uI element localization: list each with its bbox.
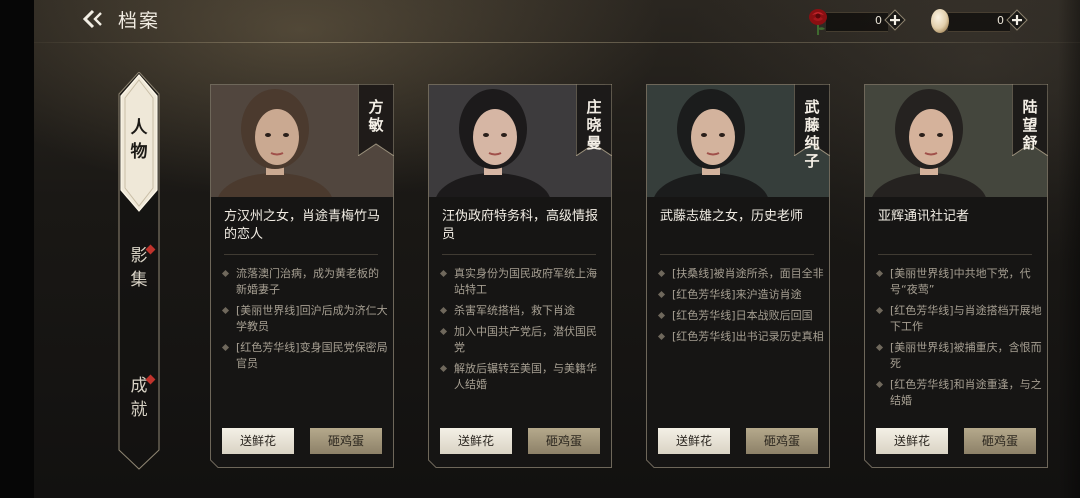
- character-detail-item: 真实身份为国民政府军统上海站特工: [439, 266, 606, 298]
- throw-egg-button[interactable]: 砸鸡蛋: [528, 428, 600, 454]
- bullet-diamond-icon: [439, 306, 448, 315]
- bullet-diamond-icon: [221, 343, 230, 352]
- character-detail-text: 解放后辗转至美国，与美籍华人结婚: [454, 362, 597, 391]
- character-detail-text: [红色芳华线]出书记录历史真相: [672, 330, 824, 343]
- card-divider: [442, 254, 596, 255]
- character-detail-text: [美丽世界线]被捕重庆，含恨而死: [890, 341, 1042, 370]
- header-divider: [34, 42, 1080, 43]
- character-detail-item: [红色芳华线]来沪造访肖途: [657, 287, 824, 303]
- add-flower-button[interactable]: [884, 9, 906, 31]
- tab-album-label: 影集: [130, 246, 148, 290]
- send-flower-button[interactable]: 送鲜花: [222, 428, 294, 454]
- card-divider: [660, 254, 814, 255]
- page-title: 档案: [118, 10, 161, 32]
- character-summary: 武藤志雄之女，历史老师: [660, 209, 804, 224]
- bullet-diamond-icon: [439, 269, 448, 278]
- character-detail-text: 加入中国共产党后，潜伏国民党: [454, 325, 597, 354]
- character-detail-item: 加入中国共产党后，潜伏国民党: [439, 324, 606, 356]
- character-detail-list: [美丽世界线]中共地下党，代号“夜莺” [红色芳华线]与肖途搭档开展地下工作 [美丽…: [875, 266, 1042, 414]
- bullet-diamond-icon: [657, 290, 666, 299]
- character-name-tag: 方敏: [358, 84, 394, 156]
- character-summary: 汪伪政府特务科，高级情报员: [442, 209, 599, 242]
- character-detail-text: [红色芳华线]日本战败后回国: [672, 309, 813, 322]
- character-name: 方敏: [368, 98, 384, 134]
- character-detail-item: [扶桑线]被肖途所杀，面目全非: [657, 266, 824, 282]
- character-detail-text: [红色芳华线]来沪造访肖途: [672, 288, 802, 301]
- flower-count: 0: [875, 14, 882, 27]
- character-detail-text: [美丽世界线]中共地下党，代号“夜莺”: [890, 267, 1031, 296]
- tab-achievements[interactable]: 成就: [118, 374, 160, 422]
- throw-egg-button[interactable]: 砸鸡蛋: [310, 428, 382, 454]
- send-flower-button[interactable]: 送鲜花: [440, 428, 512, 454]
- character-detail-item: [红色芳华线]出书记录历史真相: [657, 329, 824, 345]
- character-detail-text: [红色芳华线]和肖途重逢，与之结婚: [890, 378, 1042, 407]
- bullet-diamond-icon: [657, 269, 666, 278]
- character-detail-text: [美丽世界线]回沪后成为济仁大学教员: [236, 304, 388, 333]
- character-detail-item: 解放后辗转至美国，与美籍华人结婚: [439, 361, 606, 393]
- character-name: 陆望舒: [1022, 98, 1038, 152]
- character-detail-list: 真实身份为国民政府军统上海站特工杀害军统搭档，救下肖途加入中国共产党后，潜伏国民…: [439, 266, 606, 398]
- character-detail-item: [红色芳华线]与肖途搭档开展地下工作: [875, 303, 1042, 335]
- throw-egg-button[interactable]: 砸鸡蛋: [746, 428, 818, 454]
- side-tab-bar: 人物 影集 成就: [118, 72, 160, 470]
- back-arrow-icon[interactable]: [82, 8, 108, 30]
- character-summary: 亚辉通讯社记者: [878, 209, 970, 224]
- character-name-tag: 庄晓曼: [576, 84, 612, 156]
- character-card: 庄晓曼 汪伪政府特务科，高级情报员 真实身份为国民政府军统上海站特工杀害军统搭档…: [428, 84, 612, 468]
- character-detail-item: [美丽世界线]回沪后成为济仁大学教员: [221, 303, 388, 335]
- archive-screen: 档案 0 0 人物 影集 成就 方敏 方汉州之女，肖途青梅竹马的恋人 流落澳门治…: [0, 0, 1080, 498]
- tab-characters[interactable]: 人物: [118, 116, 160, 164]
- character-detail-text: 真实身份为国民政府军统上海站特工: [454, 267, 597, 296]
- egg-icon: [926, 6, 954, 34]
- character-detail-item: [美丽世界线]中共地下党，代号“夜莺”: [875, 266, 1042, 298]
- tab-achievements-label: 成就: [130, 376, 148, 420]
- bullet-diamond-icon: [875, 343, 884, 352]
- character-detail-list: 流落澳门治病，成为黄老板的新婚妻子 [美丽世界线]回沪后成为济仁大学教员 [红色芳华…: [221, 266, 388, 377]
- bullet-diamond-icon: [657, 311, 666, 320]
- character-name-tag: 陆望舒: [1012, 84, 1048, 156]
- rose-icon: [804, 6, 832, 35]
- character-detail-item: [美丽世界线]被捕重庆，含恨而死: [875, 340, 1042, 372]
- character-detail-item: [红色芳华线]日本战败后回国: [657, 308, 824, 324]
- character-card: 陆望舒 亚辉通讯社记者 [美丽世界线]中共地下党，代号“夜莺” [红色芳华线]与肖…: [864, 84, 1048, 468]
- character-name: 庄晓曼: [586, 98, 602, 152]
- character-detail-item: [红色芳华线]和肖途重逢，与之结婚: [875, 377, 1042, 409]
- right-edge: [1058, 0, 1080, 498]
- bullet-diamond-icon: [439, 364, 448, 373]
- tab-album[interactable]: 影集: [118, 244, 160, 292]
- character-detail-list: [扶桑线]被肖途所杀，面目全非 [红色芳华线]来沪造访肖途 [红色芳华线]日本战败后…: [657, 266, 824, 350]
- character-summary: 方汉州之女，肖途青梅竹马的恋人: [224, 209, 381, 242]
- card-divider: [878, 254, 1032, 255]
- throw-egg-button[interactable]: 砸鸡蛋: [964, 428, 1036, 454]
- bullet-diamond-icon: [221, 269, 230, 278]
- bullet-diamond-icon: [439, 327, 448, 336]
- left-edge: [0, 0, 34, 498]
- egg-count: 0: [997, 14, 1004, 27]
- character-card: 武藤纯子 武藤志雄之女，历史老师 [扶桑线]被肖途所杀，面目全非 [红色芳华线]来…: [646, 84, 830, 468]
- bullet-diamond-icon: [657, 332, 666, 341]
- character-detail-text: 杀害军统搭档，救下肖途: [454, 304, 575, 317]
- send-flower-button[interactable]: 送鲜花: [876, 428, 948, 454]
- bullet-diamond-icon: [875, 380, 884, 389]
- character-detail-item: [红色芳华线]变身国民党保密局官员: [221, 340, 388, 372]
- tab-characters-label: 人物: [130, 118, 148, 162]
- character-name-tag: 武藤纯子: [794, 84, 830, 170]
- add-egg-button[interactable]: [1006, 9, 1028, 31]
- character-detail-text: [红色芳华线]变身国民党保密局官员: [236, 341, 388, 370]
- bullet-diamond-icon: [875, 269, 884, 278]
- bullet-diamond-icon: [875, 306, 884, 315]
- card-divider: [224, 254, 378, 255]
- character-detail-item: 杀害军统搭档，救下肖途: [439, 303, 606, 319]
- character-detail-text: [扶桑线]被肖途所杀，面目全非: [672, 267, 824, 280]
- character-detail-item: 流落澳门治病，成为黄老板的新婚妻子: [221, 266, 388, 298]
- bullet-diamond-icon: [221, 306, 230, 315]
- send-flower-button[interactable]: 送鲜花: [658, 428, 730, 454]
- character-name: 武藤纯子: [804, 98, 820, 170]
- character-detail-text: 流落澳门治病，成为黄老板的新婚妻子: [236, 267, 379, 296]
- character-card: 方敏 方汉州之女，肖途青梅竹马的恋人 流落澳门治病，成为黄老板的新婚妻子 [美丽世…: [210, 84, 394, 468]
- character-detail-text: [红色芳华线]与肖途搭档开展地下工作: [890, 304, 1042, 333]
